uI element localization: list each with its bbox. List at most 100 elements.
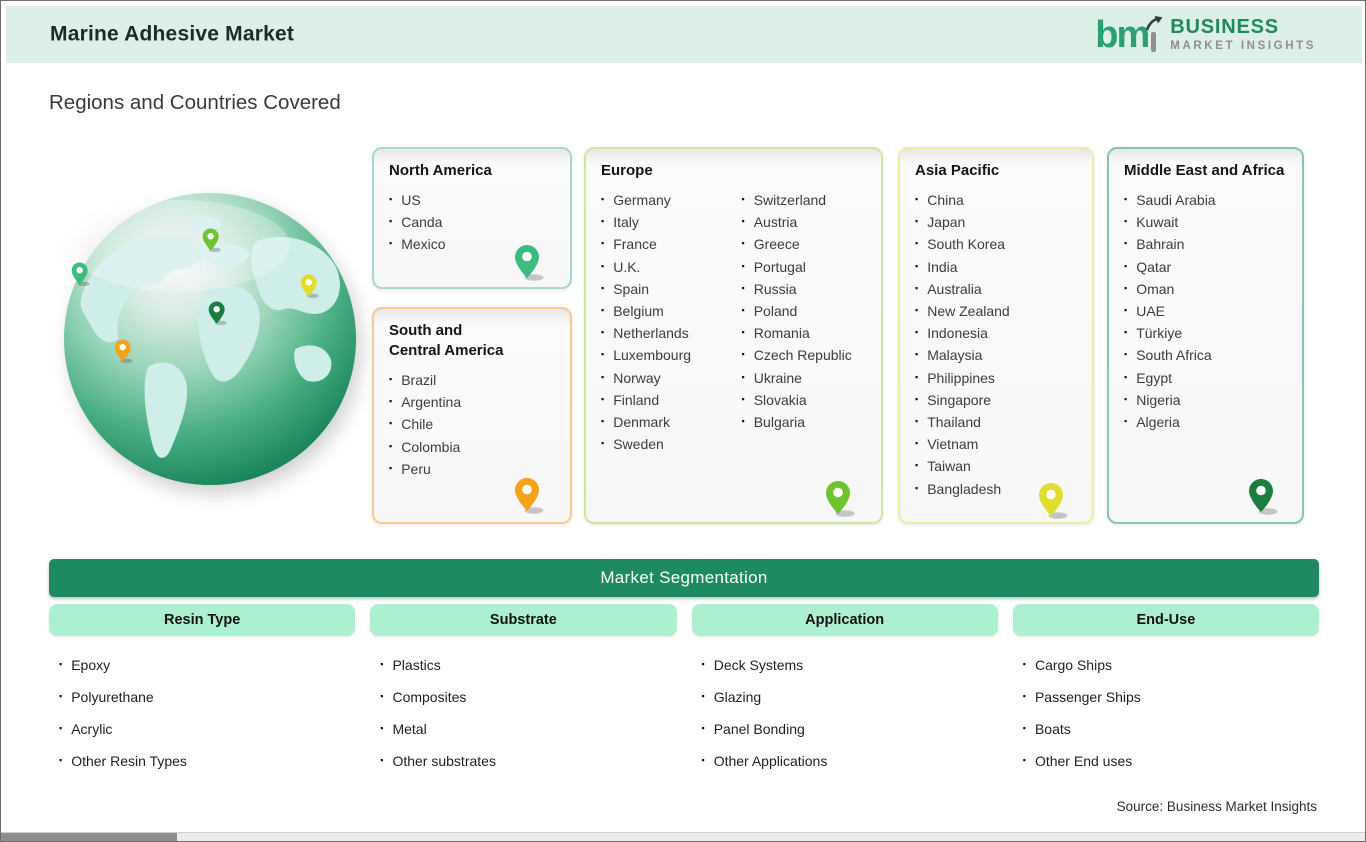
bullet-icon: ▪	[601, 415, 605, 426]
list-item-label: Netherlands	[613, 325, 689, 342]
country-list: ▪ Brazil ▪ Argentina ▪ Chile ▪ Colombia ▪ Peru	[387, 369, 557, 480]
pin-shape	[208, 301, 225, 324]
list-item-label: US	[401, 192, 421, 209]
segmentation-title: Market Segmentation	[600, 568, 768, 587]
country-item: ▪ Japan	[913, 211, 1079, 233]
segmentation-item-lists: ▪ Epoxy ▪ Polyurethane ▪ Acrylic ▪ Other Resin …	[49, 649, 1319, 777]
list-item-label: Vietnam	[927, 436, 979, 453]
country-item: ▪ Taiwan	[913, 455, 1079, 477]
list-item-label: Brazil	[401, 372, 437, 389]
country-item: ▪ Bahrain	[1122, 233, 1289, 255]
logo-business-label: BUSINESS	[1170, 16, 1279, 39]
bullet-icon: ▪	[380, 659, 384, 669]
list-item-label: Mexico	[401, 236, 446, 253]
pin-hole	[522, 484, 532, 495]
horizontal-scrollbar[interactable]	[1, 832, 1365, 841]
bullet-icon: ▪	[915, 327, 919, 338]
bullet-icon: ▪	[601, 438, 605, 449]
country-item: ▪ UAE	[1122, 300, 1289, 322]
region-title: North America	[389, 162, 492, 179]
segment-header-application: Application	[691, 604, 998, 636]
list-item-label: Metal	[392, 721, 427, 737]
globe-pin-south-america-icon	[114, 339, 133, 364]
bullet-icon: ▪	[601, 349, 605, 360]
country-item: ▪ Russia	[740, 278, 869, 300]
list-item-label: Belgium	[613, 303, 664, 320]
bullet-icon: ▪	[601, 305, 605, 316]
bullet-icon: ▪	[701, 659, 705, 669]
bullet-icon: ▪	[741, 415, 745, 426]
segment-item: ▪ Boats	[1013, 713, 1319, 745]
bullet-icon: ▪	[601, 238, 605, 249]
segment-header-substrate: Substrate	[370, 604, 677, 636]
country-item: ▪ Finland	[599, 389, 728, 411]
header-strip: Marine Adhesive Market bm BUSINESS MARKE…	[6, 6, 1362, 63]
list-item-label: Greece	[753, 236, 800, 253]
segment-item: ▪ Epoxy	[49, 649, 355, 681]
segment-list-substrate: ▪ Plastics ▪ Composites ▪ Metal ▪ Other substra…	[370, 649, 676, 777]
list-item-label: Acrylic	[71, 721, 113, 737]
bullet-icon: ▪	[915, 194, 919, 205]
bullet-icon: ▪	[59, 755, 63, 765]
segment-item: ▪ Passenger Ships	[1013, 681, 1319, 713]
region-title: Asia Pacific	[915, 162, 1000, 179]
bullet-icon: ▪	[741, 305, 745, 316]
bullet-icon: ▪	[1022, 691, 1026, 701]
list-item-label: Egypt	[1136, 369, 1173, 386]
bullet-icon: ▪	[601, 194, 605, 205]
bullet-icon: ▪	[915, 216, 919, 227]
list-item-label: Portugal	[753, 258, 806, 275]
list-item-label: China	[927, 192, 964, 209]
list-item-label: UAE	[1136, 303, 1165, 320]
country-item: ▪ Poland	[740, 300, 869, 322]
list-item-label: South Korea	[927, 236, 1006, 253]
bullet-icon: ▪	[389, 216, 393, 227]
country-item: ▪ New Zealand	[913, 300, 1079, 322]
bullet-icon: ▪	[601, 327, 605, 338]
bullet-icon: ▪	[915, 238, 919, 249]
list-item-label: Türkiye	[1136, 325, 1183, 342]
bullet-icon: ▪	[915, 438, 919, 449]
country-item: ▪ Oman	[1122, 278, 1289, 300]
segment-list-application: ▪ Deck Systems ▪ Glazing ▪ Panel Bonding ▪ Othe…	[692, 649, 998, 777]
list-item-label: Bangladesh	[927, 480, 1002, 497]
list-item-label: Chile	[401, 416, 434, 433]
country-item: ▪ Saudi Arabia	[1122, 189, 1289, 211]
bullet-icon: ▪	[1124, 282, 1128, 293]
bullet-icon: ▪	[701, 755, 705, 765]
country-item: ▪ Qatar	[1122, 256, 1289, 278]
list-item-label: Switzerland	[753, 192, 827, 209]
pin-shape	[300, 274, 317, 297]
bullet-icon: ▪	[915, 482, 919, 493]
country-item: ▪ Nigeria	[1122, 389, 1289, 411]
country-item: ▪ Luxembourg	[599, 344, 728, 366]
list-item-label: India	[927, 258, 958, 275]
bullet-icon: ▪	[741, 393, 745, 404]
location-pin-icon	[515, 478, 544, 514]
region-card-north-america: North America ▪ US ▪ Canda ▪ Mexico	[372, 147, 572, 289]
list-item-label: Japan	[927, 214, 966, 231]
pin-hole	[305, 279, 312, 286]
bullet-icon: ▪	[1124, 305, 1128, 316]
pin-shape	[1249, 479, 1273, 512]
country-item: ▪ Philippines	[913, 367, 1079, 389]
bullet-icon: ▪	[59, 723, 63, 733]
country-item: ▪ Portugal	[740, 256, 869, 278]
bullet-icon: ▪	[1124, 216, 1128, 227]
list-item-label: Boats	[1034, 721, 1071, 737]
bullet-icon: ▪	[389, 374, 393, 385]
scrollbar-thumb[interactable]	[1, 833, 177, 841]
infographic-page: Marine Adhesive Market bm BUSINESS MARKE…	[0, 0, 1366, 842]
bullet-icon: ▪	[389, 396, 393, 407]
country-item: ▪ France	[599, 233, 728, 255]
country-item: ▪ Germany	[599, 189, 728, 211]
bullet-icon: ▪	[1124, 393, 1128, 404]
bullet-icon: ▪	[601, 216, 605, 227]
bullet-icon: ▪	[389, 462, 393, 473]
list-item-label: Finland	[613, 391, 660, 408]
globe-pin-middle-east-africa-icon	[208, 301, 227, 326]
bullet-icon: ▪	[741, 194, 745, 205]
source-note: Source: Business Market Insights	[1116, 799, 1317, 814]
list-item-label: Russia	[753, 280, 797, 297]
list-item-label: Poland	[753, 303, 798, 320]
